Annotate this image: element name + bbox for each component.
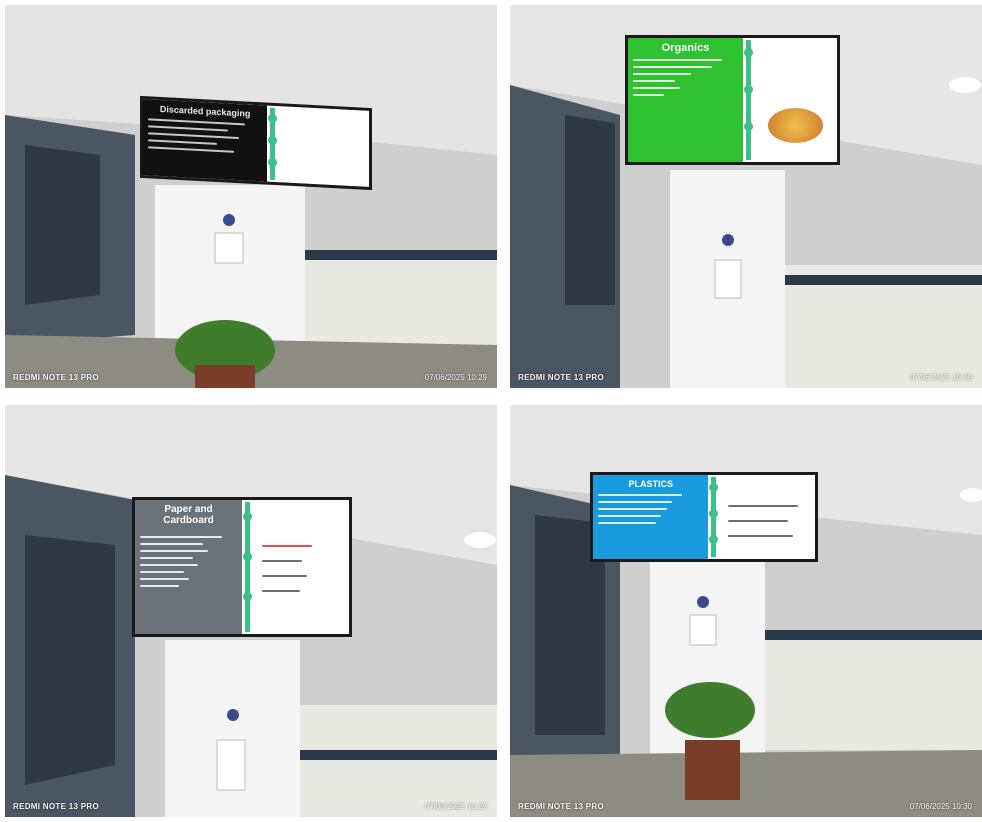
tv-screen: Paper and Cardboard bbox=[132, 497, 352, 637]
screen-heading: Paper and Cardboard bbox=[163, 504, 214, 526]
screen-heading: Discarded packaging bbox=[159, 103, 251, 119]
screen-info-panel bbox=[242, 500, 349, 634]
photo-bottom-left: Paper and Cardboard REDMI NOTE 13 PRO 07… bbox=[5, 405, 497, 817]
photo-timestamp: 07/06/2025 10:29 bbox=[909, 373, 972, 382]
photo-top-right: Organics REDMI NOTE 13 PRO 07/06/2025 10… bbox=[510, 5, 982, 388]
screen-info-panel bbox=[742, 38, 837, 162]
camera-watermark: REDMI NOTE 13 PRO bbox=[13, 802, 100, 811]
photo-timestamp: 07/06/2025 10:30 bbox=[909, 802, 972, 811]
camera-watermark: REDMI NOTE 13 PRO bbox=[518, 802, 605, 811]
tv-screen: Organics bbox=[625, 35, 840, 165]
photo-timestamp: 07/06/2025 10:29 bbox=[424, 802, 487, 811]
camera-watermark: REDMI NOTE 13 PRO bbox=[518, 373, 605, 382]
screen-panel: Organics bbox=[628, 38, 743, 162]
office-scene bbox=[5, 5, 497, 388]
screen-info-panel bbox=[708, 475, 815, 559]
tv-screen: Discarded packaging bbox=[140, 95, 372, 191]
screen-heading: PLASTICS bbox=[628, 479, 673, 489]
screen-info-panel bbox=[267, 105, 369, 187]
screen-heading: Organics bbox=[661, 42, 710, 54]
tv-screen: PLASTICS bbox=[590, 472, 818, 562]
photo-bottom-right: PLASTICS REDMI NOTE 13 PRO 07/06/2025 10… bbox=[510, 405, 982, 817]
screen-panel: PLASTICS bbox=[593, 475, 709, 559]
food-image bbox=[767, 108, 823, 143]
screen-panel: Paper and Cardboard bbox=[135, 500, 242, 634]
screen-panel: Discarded packaging bbox=[143, 99, 268, 182]
photo-timestamp: 07/06/2025 10:29 bbox=[424, 373, 487, 382]
office-scene bbox=[510, 405, 982, 817]
photo-top-left: Discarded packaging REDMI NOTE 13 PRO 07… bbox=[5, 5, 497, 388]
camera-watermark: REDMI NOTE 13 PRO bbox=[13, 373, 100, 382]
